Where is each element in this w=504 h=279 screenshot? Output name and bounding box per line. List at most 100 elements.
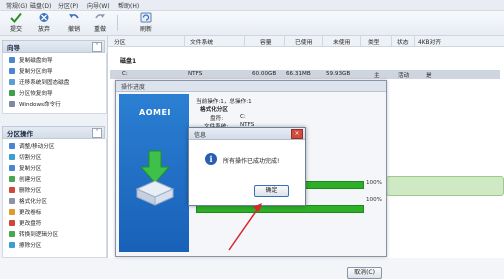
cell-used: 66.31MB (286, 71, 311, 77)
wipe-icon (9, 242, 15, 248)
command-line-icon (9, 101, 15, 107)
collapse-icon[interactable]: ˄ (92, 128, 102, 138)
cancel-button[interactable]: 取消(C) (347, 267, 382, 279)
migrate-icon (9, 79, 15, 85)
sidebar-item-format[interactable]: 格式化分区 (9, 197, 47, 207)
partition-ops-section-header[interactable]: 分区操作 ˄ (2, 126, 105, 139)
create-icon (9, 176, 15, 182)
wizard-section-header[interactable]: 向导 ˄ (2, 40, 105, 53)
sidebar-item-copy-partition[interactable]: 复制分区向导 (9, 67, 53, 77)
menu-disk[interactable]: 磁盘(D) (30, 1, 51, 10)
sidebar-item-change-label[interactable]: 更改卷标 (9, 208, 41, 218)
cell-4k-align: 是 (426, 73, 432, 79)
sidebar-item-windows-cmd[interactable]: Windows命令行 (9, 100, 61, 110)
overall-progress-label: 100% (366, 180, 382, 186)
col-used[interactable]: 已使用 (295, 37, 312, 46)
menubar: 常规(G) 磁盘(D) 分区(P) 向导(W) 帮助(H) (0, 0, 504, 11)
col-divider (360, 36, 361, 46)
discard-icon (39, 13, 49, 22)
dialog-titlebar: 信息 × (189, 128, 305, 140)
cell-capacity: 60.00GB (252, 71, 277, 77)
commit-button[interactable]: 提交 (4, 12, 28, 34)
sidebar-item-wipe[interactable]: 擦除分区 (9, 241, 41, 251)
undo-button[interactable]: 撤销 (62, 12, 86, 34)
current-progress-bar (196, 205, 364, 213)
copy-partition-icon (9, 68, 15, 74)
redo-button[interactable]: 重做 (88, 12, 112, 34)
col-filesystem[interactable]: 文件系统 (190, 37, 213, 46)
ok-button[interactable]: 确定 (254, 185, 289, 197)
col-unused[interactable]: 未使用 (333, 37, 350, 46)
resize-icon (9, 143, 15, 149)
dialog-message: 所有操作已成功完成! (223, 158, 280, 165)
cell-filesystem: NTFS (188, 71, 203, 77)
cell-status: 活动 (398, 73, 410, 79)
sidebar-item-partition-recovery[interactable]: 分区恢复向导 (9, 89, 53, 99)
menu-help[interactable]: 帮助(H) (118, 1, 139, 10)
grid-header: 分区 文件系统 容量 已使用 未使用 类型 状态 4KB对齐 (108, 36, 504, 47)
col-status[interactable]: 状态 (397, 37, 409, 46)
close-icon[interactable]: × (291, 129, 303, 139)
sidebar-item-delete[interactable]: 删除分区 (9, 186, 41, 196)
undo-icon (69, 14, 79, 19)
col-divider (391, 36, 392, 46)
info-icon: i (205, 153, 217, 165)
copy-icon (9, 165, 15, 171)
drive-letter-label: 盘符: (210, 116, 224, 122)
info-dialog: 信息 × i 所有操作已成功完成! 确定 (188, 127, 306, 206)
refresh-icon (140, 12, 152, 23)
window-title: 操作进度 (121, 84, 146, 91)
col-capacity[interactable]: 容量 (260, 37, 272, 46)
current-progress-label: 100% (366, 197, 382, 203)
sidebar-item-migrate-os[interactable]: 迁移系统到固态磁盘 (9, 78, 69, 88)
col-divider (284, 36, 285, 46)
delete-icon (9, 187, 15, 193)
disk-map-bar[interactable] (386, 176, 504, 196)
cell-partition: C: (122, 71, 128, 77)
redo-icon (95, 14, 105, 19)
table-row[interactable]: C: NTFS 60.00GB 66.31MB 59.93GB 主 活动 是 (110, 70, 500, 79)
copy-disk-icon (9, 57, 15, 63)
sidebar-item-resize[interactable]: 调整/移动分区 (9, 142, 54, 152)
col-type[interactable]: 类型 (368, 37, 380, 46)
cell-type: 主 (374, 73, 380, 79)
drive-letter-value: C: (240, 114, 246, 120)
col-divider (184, 36, 185, 46)
format-icon (9, 198, 15, 204)
dialog-title: 信息 (194, 132, 207, 139)
menu-wizard[interactable]: 向导(W) (87, 1, 110, 10)
toolbar-separator (117, 15, 118, 31)
disk-label: 磁盘1 (120, 58, 137, 65)
check-icon (10, 12, 22, 23)
op-counter: 当前操作:1，总操作:1 (196, 99, 252, 105)
sidebar-item-split[interactable]: 切割分区 (9, 153, 41, 163)
sidebar-item-change-letter[interactable]: 更改盘符 (9, 219, 41, 229)
refresh-button[interactable]: 刷新 (134, 12, 158, 34)
window-titlebar: 操作进度 (116, 81, 386, 92)
cell-unused: 59.93GB (326, 71, 351, 77)
col-divider (244, 36, 245, 46)
convert-icon (9, 231, 15, 237)
op-name: 格式化分区 (200, 107, 228, 113)
disk-download-icon (135, 150, 175, 206)
menu-general[interactable]: 常规(G) (6, 1, 27, 10)
col-4k-align[interactable]: 4KB对齐 (418, 37, 441, 46)
discard-button[interactable]: 放弃 (32, 12, 56, 34)
sidebar-item-to-logical[interactable]: 转换到逻辑分区 (9, 230, 58, 240)
sidebar: 向导 ˄ 复制磁盘向导 复制分区向导 迁移系统到固态磁盘 分区恢复向导 Wind… (0, 36, 108, 258)
sidebar-item-copy-disk[interactable]: 复制磁盘向导 (9, 56, 53, 66)
col-divider (322, 36, 323, 46)
split-icon (9, 154, 15, 160)
aomei-logo: AOMEI (139, 108, 171, 117)
menu-partition[interactable]: 分区(P) (58, 1, 78, 10)
recovery-icon (9, 90, 15, 96)
sidebar-item-copy[interactable]: 复制分区 (9, 164, 41, 174)
col-partition[interactable]: 分区 (114, 37, 126, 46)
col-divider (414, 36, 415, 46)
drive-letter-icon (9, 220, 15, 226)
toolbar: 提交 放弃 撤销 重做 刷新 (0, 11, 504, 36)
sidebar-item-create[interactable]: 创建分区 (9, 175, 41, 185)
wizard-section: 复制磁盘向导 复制分区向导 迁移系统到固态磁盘 分区恢复向导 Windows命令… (2, 53, 107, 114)
collapse-icon[interactable]: ˄ (92, 42, 102, 52)
partition-ops-section: 调整/移动分区 切割分区 复制分区 创建分区 删除分区 格式化分区 更改卷标 更… (2, 139, 107, 258)
